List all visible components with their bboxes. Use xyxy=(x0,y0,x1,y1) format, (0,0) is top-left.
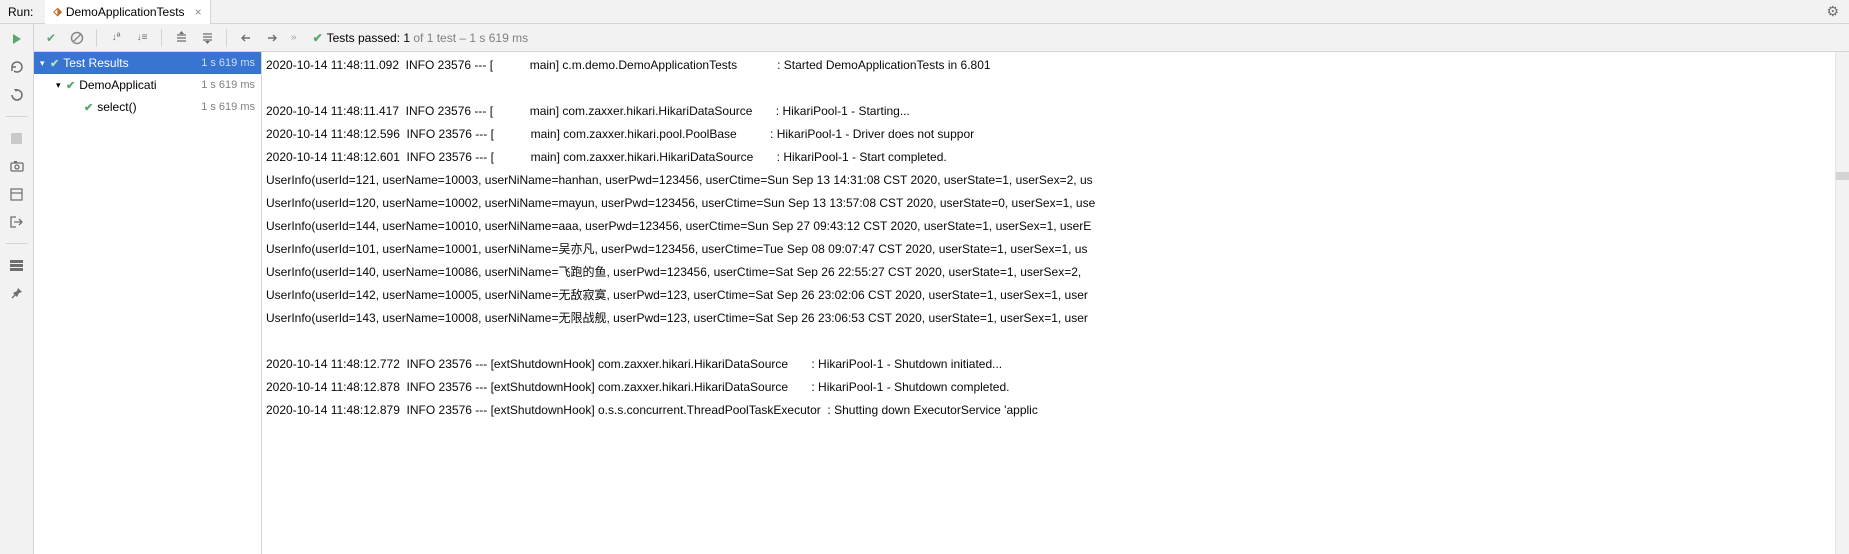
test-status: ✔ Tests passed: 1 of 1 test – 1 s 619 ms xyxy=(313,31,529,45)
show-ignored-icon[interactable] xyxy=(66,27,88,49)
console-line: UserInfo(userId=143, userName=10008, use… xyxy=(266,307,1835,330)
left-gutter xyxy=(0,24,34,554)
tree-label: Test Results xyxy=(63,56,201,70)
tree-time: 1 s 619 ms xyxy=(201,79,255,91)
layout-icon[interactable] xyxy=(8,185,26,203)
check-icon: ✔ xyxy=(84,101,93,114)
camera-icon[interactable] xyxy=(8,157,26,175)
tree-node-class[interactable]: ▾ ✔ DemoApplicati 1 s 619 ms xyxy=(34,74,261,96)
tree-root[interactable]: ▾ ✔ Test Results 1 s 619 ms xyxy=(34,52,261,74)
show-passed-icon[interactable]: ✔ xyxy=(40,27,62,49)
check-icon: ✔ xyxy=(66,79,75,92)
console-line: UserInfo(userId=144, userName=10010, use… xyxy=(266,215,1835,238)
close-icon[interactable]: × xyxy=(195,5,202,19)
chevron-right-icon: » xyxy=(291,32,297,43)
tree-label: DemoApplicati xyxy=(79,78,201,92)
check-icon: ✔ xyxy=(50,57,59,70)
chevron-down-icon[interactable]: ▾ xyxy=(56,80,66,91)
status-passed: Tests passed: 1 xyxy=(327,31,410,45)
tree-time: 1 s 619 ms xyxy=(201,101,255,113)
console-line: 2020-10-14 11:48:12.879 INFO 23576 --- [… xyxy=(266,399,1835,422)
console-line: 2020-10-14 11:48:11.092 INFO 23576 --- [… xyxy=(266,54,1835,77)
console-line xyxy=(266,77,1835,100)
toggle-auto-test-icon[interactable] xyxy=(8,86,26,104)
console-output[interactable]: 2020-10-14 11:48:11.092 INFO 23576 --- [… xyxy=(262,52,1835,554)
console-line: 2020-10-14 11:48:12.596 INFO 23576 --- [… xyxy=(266,123,1835,146)
collapse-all-icon[interactable] xyxy=(196,27,218,49)
scrollbar-marker-strip[interactable] xyxy=(1835,52,1849,554)
sort-duration-icon[interactable]: ↓≡ xyxy=(131,27,153,49)
run-icon[interactable] xyxy=(8,30,26,48)
expand-all-icon[interactable] xyxy=(170,27,192,49)
next-icon[interactable] xyxy=(261,27,283,49)
check-icon: ✔ xyxy=(313,31,323,45)
chevron-down-icon[interactable]: ▾ xyxy=(40,58,50,69)
console-line: 2020-10-14 11:48:11.417 INFO 23576 --- [… xyxy=(266,100,1835,123)
console-line: 2020-10-14 11:48:12.601 INFO 23576 --- [… xyxy=(266,146,1835,169)
console-line: 2020-10-14 11:48:12.772 INFO 23576 --- [… xyxy=(266,353,1835,376)
console-line xyxy=(266,330,1835,353)
scroll-mark xyxy=(1836,172,1849,180)
console-line: UserInfo(userId=120, userName=10002, use… xyxy=(266,192,1835,215)
tab-title: DemoApplicationTests xyxy=(66,5,185,19)
console-line: UserInfo(userId=140, userName=10086, use… xyxy=(266,261,1835,284)
console-line: UserInfo(userId=101, userName=10001, use… xyxy=(266,238,1835,261)
sort-alpha-icon[interactable]: ↓ª xyxy=(105,27,127,49)
rerun-failed-icon[interactable] xyxy=(8,58,26,76)
console-line xyxy=(266,422,1835,445)
console-line: 2020-10-14 11:48:12.878 INFO 23576 --- [… xyxy=(266,376,1835,399)
test-toolbar: ✔ ↓ª ↓≡ » ✔ Tests passed: 1 of 1 test – … xyxy=(34,24,1849,52)
pin-icon[interactable] xyxy=(8,284,26,302)
tree-node-method[interactable]: ✔ select() 1 s 619 ms xyxy=(34,96,261,118)
test-config-icon: ⬗ xyxy=(53,5,61,18)
gear-icon[interactable]: ⚙ xyxy=(1826,3,1839,20)
tree-time: 1 s 619 ms xyxy=(201,57,255,69)
tree-label: select() xyxy=(97,100,201,114)
console-line: UserInfo(userId=142, userName=10005, use… xyxy=(266,284,1835,307)
prev-icon[interactable] xyxy=(235,27,257,49)
restore-layout-icon[interactable] xyxy=(8,256,26,274)
run-tab[interactable]: ⬗ DemoApplicationTests × xyxy=(45,0,210,24)
test-tree[interactable]: ▾ ✔ Test Results 1 s 619 ms ▾ ✔ DemoAppl… xyxy=(34,52,262,554)
stop-icon[interactable] xyxy=(8,129,26,147)
status-detail: of 1 test – 1 s 619 ms xyxy=(410,31,528,45)
exit-icon[interactable] xyxy=(8,213,26,231)
console-line: UserInfo(userId=121, userName=10003, use… xyxy=(266,169,1835,192)
title-bar: Run: ⬗ DemoApplicationTests × ⚙ xyxy=(0,0,1849,24)
run-label: Run: xyxy=(0,5,45,19)
